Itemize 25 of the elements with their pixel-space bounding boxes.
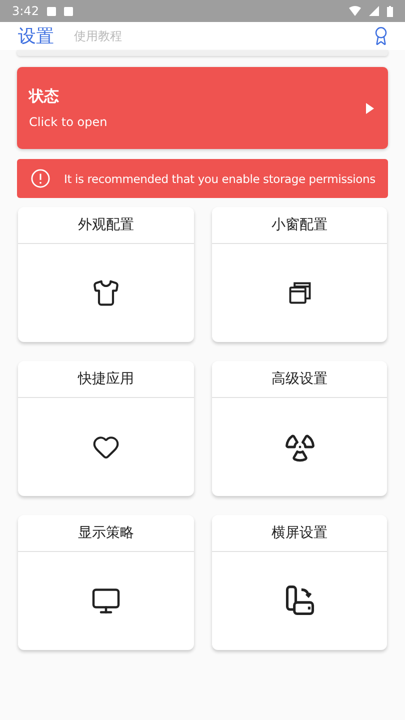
- settings-tile[interactable]: 小窗配置: [212, 207, 387, 342]
- status-title: 状态: [29, 87, 60, 106]
- monitor-icon: [91, 586, 121, 616]
- wifi-icon: [349, 6, 361, 16]
- settings-tile[interactable]: 快捷应用: [18, 361, 194, 496]
- status-subtitle: Click to open: [29, 115, 108, 129]
- tile-title: 高级设置: [212, 361, 387, 398]
- shirt-icon: [92, 279, 120, 307]
- clock: 3:42: [12, 4, 39, 18]
- settings-tile[interactable]: 横屏设置: [212, 515, 387, 650]
- settings-tile[interactable]: 显示策略: [18, 515, 194, 650]
- alert-icon: [31, 169, 50, 188]
- settings-tile[interactable]: 外观配置: [18, 207, 194, 342]
- windows-icon: [286, 280, 312, 306]
- play-icon: [365, 102, 374, 114]
- tile-title: 快捷应用: [18, 361, 194, 398]
- tile-title: 显示策略: [18, 515, 194, 552]
- warning-text: It is recommended that you enable storage permissions: [64, 172, 376, 186]
- signal-icon: [369, 6, 379, 16]
- tile-title: 横屏设置: [212, 515, 387, 552]
- tile-title: 外观配置: [18, 207, 194, 244]
- battery-icon: [387, 6, 393, 16]
- settings-tile[interactable]: 高级设置: [212, 361, 387, 496]
- page-title: 设置: [18, 25, 54, 48]
- tile-title: 小窗配置: [212, 207, 387, 244]
